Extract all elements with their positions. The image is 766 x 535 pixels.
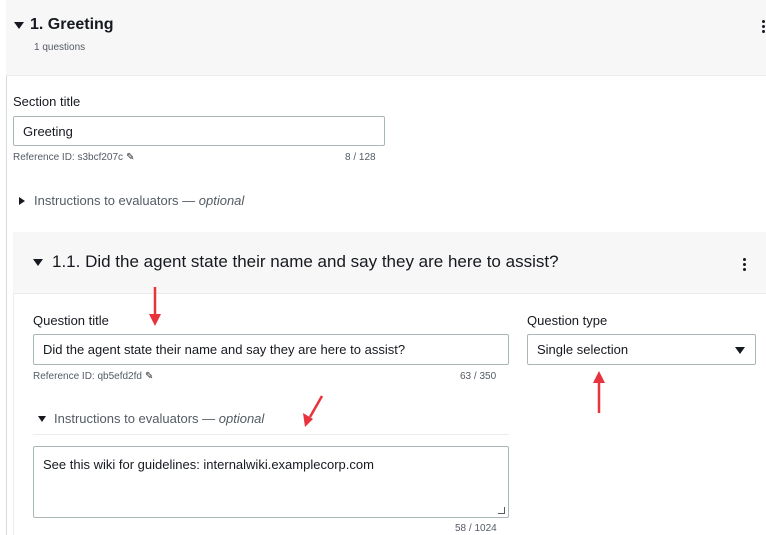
- annotation-arrow-question-type: [593, 371, 605, 413]
- annotation-arrow-instructions: [303, 395, 324, 427]
- annotation-arrow-question-title: [149, 287, 161, 326]
- annotation-arrows: [149, 287, 605, 427]
